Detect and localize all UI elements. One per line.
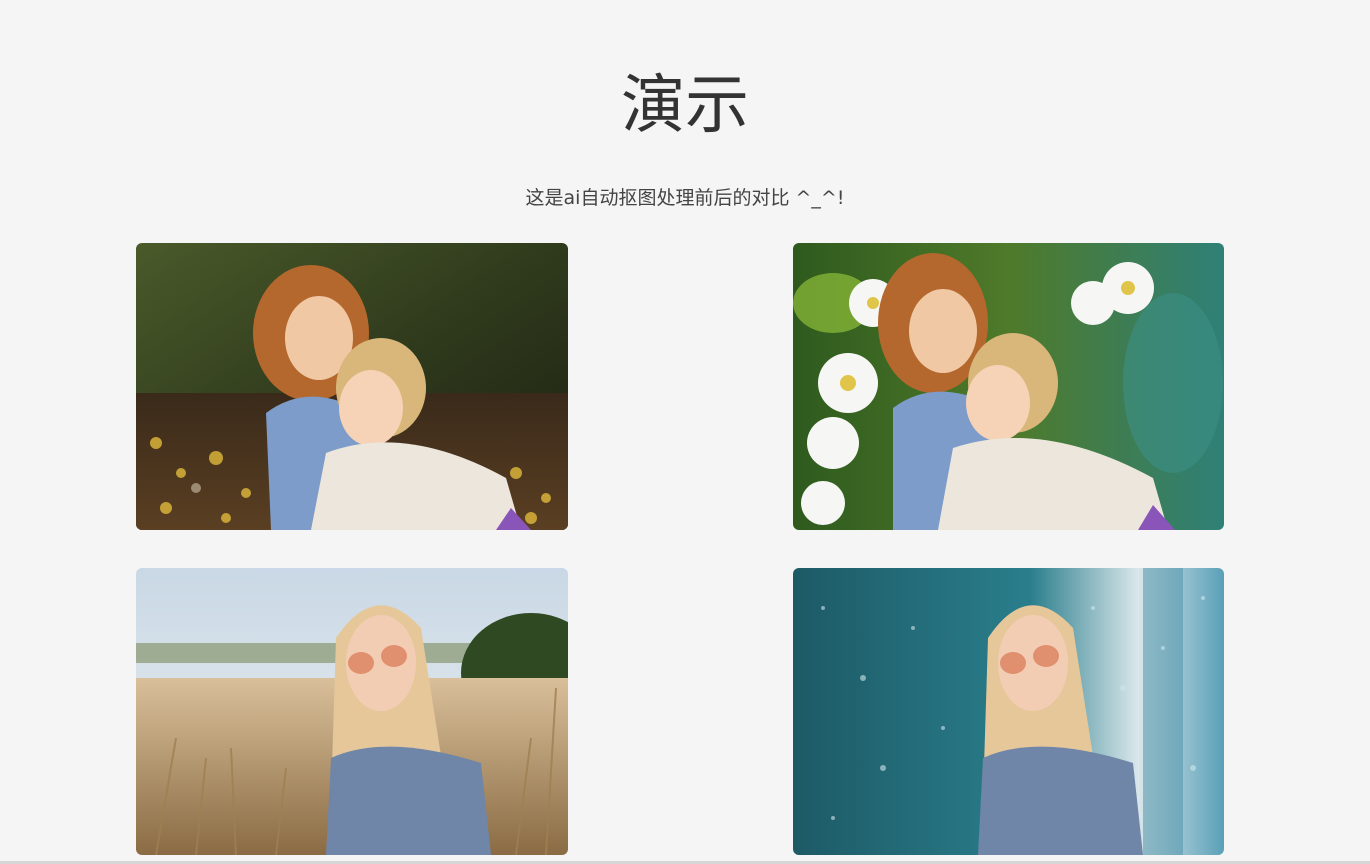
page-title: 演示 [621,69,749,143]
photo-girl-rain-image [793,568,1224,855]
photo-girl-wheat-image [136,568,568,855]
photo-kids-flowers-image [793,243,1224,530]
photo-kids-original [136,243,568,530]
page-subtitle: 这是ai自动抠图处理前后的对比 ^_^! [525,187,845,209]
demo-page: 演示 这是ai自动抠图处理前后的对比 ^_^! [0,0,1370,864]
photo-girl-wheat [136,568,568,855]
photo-girl-rain [793,568,1224,855]
photo-kids-original-image [136,243,568,530]
photo-kids-flowers [793,243,1224,530]
